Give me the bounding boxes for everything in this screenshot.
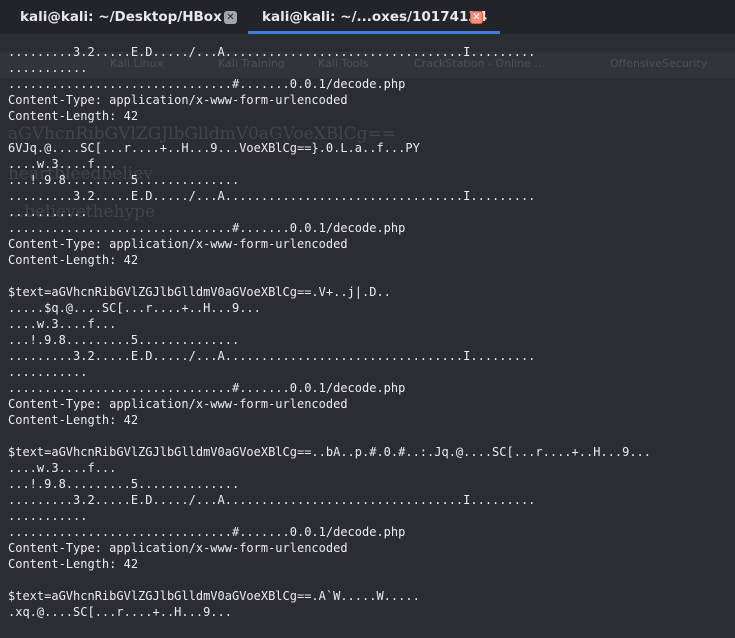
close-icon[interactable]: ✕	[224, 11, 237, 24]
terminal-line: ...............................#.......0…	[8, 381, 406, 395]
terminal-line: $text=aGVhcnRibGVlZGJlbGlldmV0aGVoeXBlCg…	[8, 589, 420, 603]
terminal-line: ....w.3....f...	[8, 317, 117, 331]
terminal-line: .xq.@....SC[...r....+..H...9...	[8, 605, 232, 619]
terminal-line: ...........	[8, 61, 88, 75]
terminal-line: ...........	[8, 509, 88, 523]
terminal-line: ...............................#.......0…	[8, 221, 406, 235]
terminal-line: Content-Type: application/x-www-form-url…	[8, 397, 348, 411]
terminal-line: 6VJq.@....SC[...r....+..H...9...VoeXBlCg…	[8, 141, 420, 155]
terminal-line: ...............................#.......0…	[8, 525, 406, 539]
terminal-line: Content-Length: 42	[8, 253, 139, 267]
terminal-line: Content-Type: application/x-www-form-url…	[8, 93, 348, 107]
terminal-line: Content-Type: application/x-www-form-url…	[8, 541, 348, 555]
tab-bar: kali@kali: ~/Desktop/HBox ✕ kali@kali: ~…	[0, 0, 735, 34]
terminal-line: ...........	[8, 365, 88, 379]
terminal-line: ...!.9.8.........5..............	[8, 477, 240, 491]
terminal-line: ...!.9.8.........5..............	[8, 333, 240, 347]
terminal-line: .........3.2.....E.D...../...A..........…	[8, 189, 536, 203]
terminal-line: $text=aGVhcnRibGVlZGJlbGlldmV0aGVoeXBlCg…	[8, 285, 391, 299]
terminal-line: Content-Length: 42	[8, 557, 139, 571]
terminal-line: $text=aGVhcnRibGVlZGJlbGlldmV0aGVoeXBlCg…	[8, 445, 651, 459]
terminal-line: .........3.2.....E.D...../...A..........…	[8, 493, 536, 507]
terminal-line: Content-Length: 42	[8, 413, 139, 427]
terminal-window: kali@kali: ~/Desktop/HBox ✕ kali@kali: ~…	[0, 0, 735, 638]
terminal-line: .....$q.@....SC[...r....+..H...9...	[8, 301, 261, 315]
terminal-line: ...!.9.8.........5..............	[8, 173, 240, 187]
terminal-line: Content-Type: application/x-www-form-url…	[8, 237, 348, 251]
terminal-output[interactable]: Kali Linux Kali Training Kali Tools Crac…	[0, 34, 735, 638]
terminal-line: .........3.2.....E.D...../...A..........…	[8, 349, 536, 363]
tab-oxes-10174134[interactable]: kali@kali: ~/...oxes/10174134 ✕	[248, 0, 500, 34]
terminal-line: ....w.3....f...	[8, 157, 117, 171]
terminal-line: .........3.2.....E.D...../...A..........…	[8, 45, 536, 59]
close-icon[interactable]: ✕	[470, 11, 483, 24]
terminal-line: ....w.3....f...	[8, 461, 117, 475]
terminal-line: Content-Length: 42	[8, 109, 139, 123]
tab-title: kali@kali: ~/Desktop/HBox	[20, 9, 222, 25]
terminal-line: ...............................#.......0…	[8, 77, 406, 91]
tab-desktop-hbox[interactable]: kali@kali: ~/Desktop/HBox ✕	[0, 0, 248, 34]
terminal-lines: .........3.2.....E.D...../...A..........…	[8, 44, 651, 620]
terminal-line: ...........	[8, 205, 88, 219]
tab-title: kali@kali: ~/...oxes/10174134	[262, 9, 488, 25]
